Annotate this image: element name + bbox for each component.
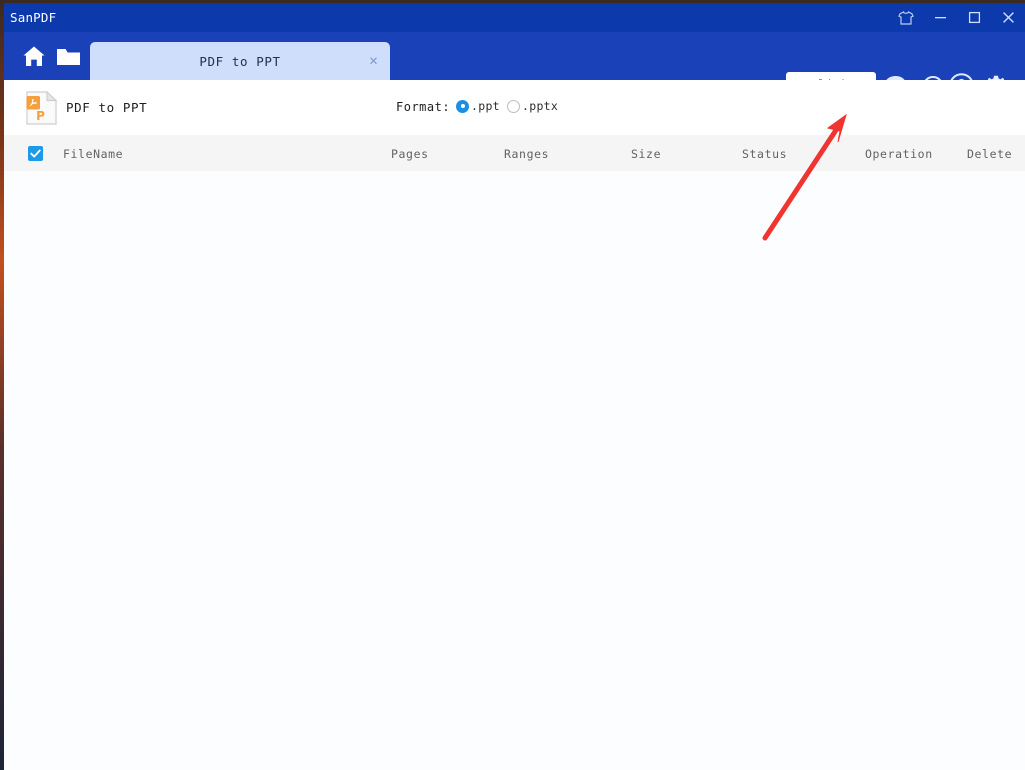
tab-pdf-to-ppt[interactable]: PDF to PPT × — [90, 42, 390, 80]
main-toolbar: PDF to PPT × English — [4, 32, 1025, 98]
action-bar: P PDF to PPT Format: .ppt .pptx Same Dir… — [4, 80, 1025, 197]
file-table-header: FileName Pages Ranges Size Status Operat… — [4, 135, 1025, 172]
svg-text:P: P — [36, 109, 45, 123]
folder-open-icon[interactable] — [54, 42, 82, 70]
column-header-status[interactable]: Status — [742, 147, 787, 161]
minimize-button[interactable] — [923, 3, 957, 32]
column-header-size[interactable]: Size — [631, 147, 661, 161]
radio-selected-icon — [456, 99, 469, 113]
close-button[interactable] — [991, 3, 1025, 32]
conversion-type-label: PDF to PPT — [66, 100, 148, 115]
column-header-operation[interactable]: Operation — [865, 147, 933, 161]
format-radio-pptx[interactable]: .pptx — [507, 99, 558, 113]
maximize-button[interactable] — [957, 3, 991, 32]
pdf-to-ppt-file-icon: P — [25, 90, 58, 125]
format-label: Format: — [396, 100, 451, 114]
column-header-pages[interactable]: Pages — [391, 147, 429, 161]
format-radio-pptx-label: .pptx — [522, 99, 559, 113]
window-controls — [889, 3, 1025, 32]
title-bar: SanPDF — [4, 3, 1025, 32]
select-all-checkbox[interactable] — [28, 146, 43, 161]
home-icon[interactable] — [20, 42, 48, 70]
radio-unselected-icon — [507, 99, 520, 113]
tab-close-icon[interactable]: × — [369, 53, 378, 69]
format-radio-ppt-label: .ppt — [471, 99, 500, 113]
column-header-filename[interactable]: FileName — [63, 147, 123, 161]
tab-label: PDF to PPT — [199, 53, 281, 69]
skin-icon[interactable] — [889, 3, 923, 32]
file-list-area[interactable] — [4, 171, 1025, 770]
format-radio-ppt[interactable]: .ppt — [456, 99, 500, 113]
column-header-delete[interactable]: Delete — [967, 147, 1012, 161]
sanpdf-application-window: SanPDF PDF to PPT × P PDF to PPT Format:… — [4, 3, 1025, 770]
application-title: SanPDF — [10, 10, 57, 25]
column-header-ranges[interactable]: Ranges — [504, 147, 549, 161]
